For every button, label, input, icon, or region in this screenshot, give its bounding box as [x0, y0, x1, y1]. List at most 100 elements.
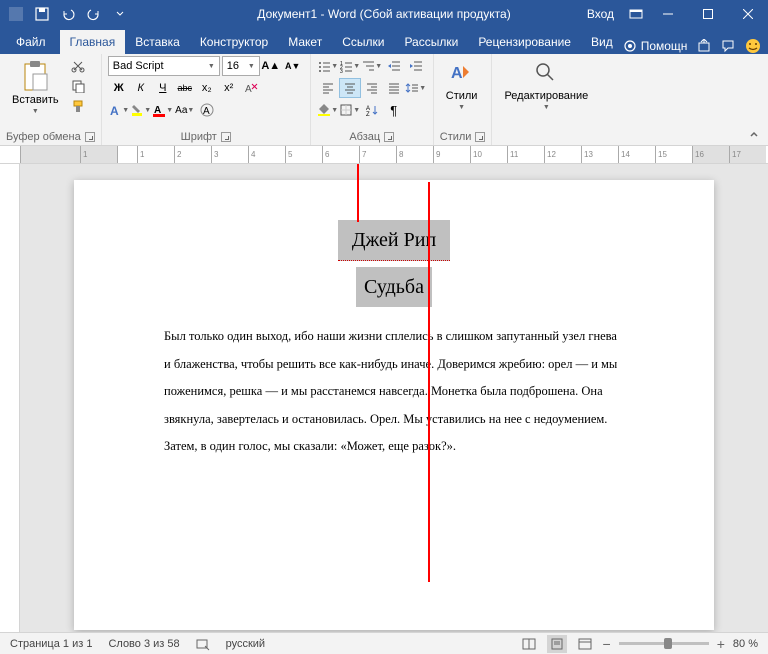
zoom-out-button[interactable]: − [603, 636, 611, 652]
underline-button[interactable]: Ч [152, 78, 174, 98]
view-web-layout[interactable] [575, 635, 595, 653]
font-family-combo[interactable]: Bad Script▼ [108, 56, 220, 76]
editing-button[interactable]: Редактирование ▼ [498, 56, 594, 115]
copy-button[interactable] [67, 76, 89, 96]
status-proofing-icon[interactable] [196, 637, 210, 651]
ribbon-display-options[interactable] [624, 2, 648, 26]
italic-button[interactable]: К [130, 78, 152, 98]
align-right-button[interactable] [361, 78, 383, 98]
styles-icon: A [449, 60, 475, 88]
tab-file[interactable]: Файл [2, 30, 60, 54]
show-formatting-button[interactable]: ¶ [383, 100, 405, 120]
smiley-icon[interactable] [745, 38, 761, 54]
zoom-slider[interactable] [619, 642, 709, 645]
vertical-ruler[interactable] [0, 164, 20, 632]
strikethrough-button[interactable]: abc [174, 78, 196, 98]
paste-label: Вставить [12, 94, 59, 106]
justify-button[interactable] [383, 78, 405, 98]
tab-mailings[interactable]: Рассылки [394, 30, 468, 54]
tell-me[interactable]: Помощн [623, 39, 688, 53]
styles-label: Стили [446, 90, 478, 102]
svg-text:A: A [110, 104, 119, 117]
tab-view[interactable]: Вид [581, 30, 623, 54]
font-color-button[interactable]: A▼ [152, 100, 174, 120]
tab-design[interactable]: Конструктор [190, 30, 278, 54]
close-button[interactable] [728, 0, 768, 28]
align-center-button[interactable] [339, 78, 361, 98]
status-page[interactable]: Страница 1 из 1 [10, 638, 92, 650]
multilevel-list-button[interactable]: ▼ [361, 56, 383, 76]
bold-button[interactable]: Ж [108, 78, 130, 98]
align-left-button[interactable] [317, 78, 339, 98]
undo-button[interactable] [56, 2, 80, 26]
chevron-down-icon: ▼ [32, 108, 39, 115]
editing-label: Редактирование [504, 90, 588, 102]
redo-button[interactable] [82, 2, 106, 26]
body-paragraph-2[interactable]: Затем, в один голос, мы сказали: «Может,… [164, 433, 624, 461]
decrease-indent-button[interactable] [383, 56, 405, 76]
horizontal-ruler[interactable]: 1 1 2 3 4 5 6 7 8 9 10 11 12 13 14 15 16… [0, 146, 768, 164]
styles-button[interactable]: A Стили ▼ [440, 56, 484, 115]
change-case-button[interactable]: Aa▼ [174, 100, 196, 120]
line-spacing-button[interactable]: ▼ [405, 78, 427, 98]
text-effects-button[interactable]: A▼ [108, 100, 130, 120]
borders-button[interactable]: ▼ [339, 100, 361, 120]
tab-insert[interactable]: Вставка [125, 30, 190, 54]
paste-button[interactable]: Вставить ▼ [6, 56, 65, 119]
font-family-value: Bad Script [113, 60, 164, 72]
tell-me-label: Помощн [641, 39, 688, 53]
subscript-button[interactable]: x₂ [196, 78, 218, 98]
character-shading-button[interactable]: A [196, 100, 218, 120]
shading-button[interactable]: ▼ [317, 100, 339, 120]
svg-text:A: A [245, 84, 252, 95]
save-button[interactable] [30, 2, 54, 26]
bullets-button[interactable]: ▼ [317, 56, 339, 76]
qat-customize-button[interactable] [108, 2, 132, 26]
clipboard-icon [21, 60, 49, 92]
word-icon[interactable] [4, 2, 28, 26]
sort-button[interactable]: AZ [361, 100, 383, 120]
styles-dialog-launcher[interactable] [475, 132, 485, 142]
doc-subtitle-selected[interactable]: Судьба [356, 267, 432, 307]
chevron-down-icon: ▼ [543, 104, 550, 111]
svg-text:3: 3 [340, 69, 343, 73]
tab-references[interactable]: Ссылки [332, 30, 394, 54]
tab-review[interactable]: Рецензирование [468, 30, 581, 54]
status-language[interactable]: русский [226, 638, 265, 650]
share-button[interactable] [697, 39, 711, 53]
font-size-combo[interactable]: 16▼ [222, 56, 260, 76]
svg-text:Z: Z [366, 112, 370, 117]
minimize-button[interactable] [648, 0, 688, 28]
format-painter-button[interactable] [67, 96, 89, 116]
numbering-button[interactable]: 123▼ [339, 56, 361, 76]
tab-layout[interactable]: Макет [278, 30, 332, 54]
comments-button[interactable] [721, 39, 735, 53]
doc-title-selected[interactable]: Джей Рип [338, 220, 450, 261]
signin-link[interactable]: Вход [577, 7, 624, 21]
superscript-button[interactable]: x² [218, 78, 240, 98]
cut-button[interactable] [67, 56, 89, 76]
clipboard-dialog-launcher[interactable] [85, 132, 95, 142]
body-paragraph-1[interactable]: Был только один выход, ибо наши жизни сп… [164, 323, 624, 433]
grow-font-button[interactable]: A▲ [260, 56, 282, 76]
document-viewport[interactable]: Джей Рип Судьба Был только один выход, и… [20, 164, 768, 632]
clear-formatting-button[interactable]: A [240, 78, 262, 98]
svg-text:A: A [451, 65, 463, 82]
chevron-down-icon: ▼ [458, 104, 465, 111]
tab-home[interactable]: Главная [60, 30, 126, 54]
clipboard-group-label: Буфер обмена [6, 131, 81, 143]
font-dialog-launcher[interactable] [221, 132, 231, 142]
highlight-button[interactable]: ▼ [130, 100, 152, 120]
view-print-layout[interactable] [547, 635, 567, 653]
zoom-in-button[interactable]: + [717, 636, 725, 652]
collapse-ribbon-button[interactable] [746, 127, 762, 143]
increase-indent-button[interactable] [405, 56, 427, 76]
zoom-value[interactable]: 80 % [733, 638, 758, 650]
paragraph-dialog-launcher[interactable] [384, 132, 394, 142]
view-read-mode[interactable] [519, 635, 539, 653]
shrink-font-button[interactable]: A▼ [282, 56, 304, 76]
status-words[interactable]: Слово 3 из 58 [108, 638, 179, 650]
maximize-button[interactable] [688, 0, 728, 28]
paragraph-group-label: Абзац [349, 131, 380, 143]
find-icon [533, 60, 559, 88]
